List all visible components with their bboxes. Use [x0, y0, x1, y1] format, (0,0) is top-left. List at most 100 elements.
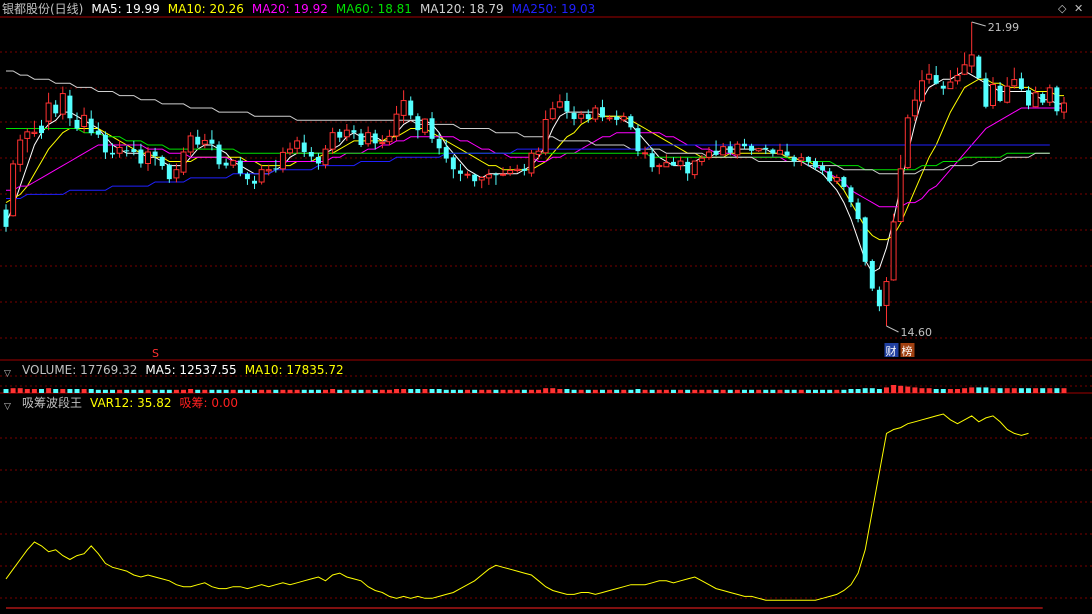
volume-label: VOLUME: 17769.32 [22, 363, 138, 377]
volume-bar [898, 385, 904, 393]
volume-bar [465, 389, 471, 393]
volume-bar [223, 389, 229, 393]
candle-body [890, 221, 897, 281]
candle-body [351, 130, 357, 133]
volume-bar [599, 389, 605, 393]
volume-bar [670, 389, 676, 393]
chevron-down-icon[interactable]: ▽ [4, 399, 14, 412]
candle-body [500, 173, 507, 176]
candle-body [45, 102, 52, 122]
volume-bar [216, 389, 222, 393]
volume-bar [756, 389, 762, 393]
volume-bar [230, 389, 236, 393]
candle-body [379, 142, 386, 145]
volume-bar [528, 389, 534, 393]
candle-body [649, 153, 655, 168]
candle-body [294, 140, 301, 149]
ma5-line [5, 70, 1064, 274]
candle-body [947, 81, 954, 90]
volume-bar [301, 389, 307, 393]
volume-bar [507, 389, 513, 393]
candle-body [763, 147, 769, 150]
volume-bar [876, 389, 882, 393]
close-icon[interactable]: ✕ [1074, 2, 1083, 15]
candle-body [273, 168, 279, 170]
candle-body [216, 144, 222, 165]
volume-bar [763, 389, 769, 393]
volume-bar [1040, 388, 1046, 393]
volume-bar [472, 389, 478, 393]
var12-label: VAR12: 35.82 [90, 396, 172, 410]
candle-body [976, 56, 982, 78]
volume-bar [287, 389, 293, 393]
candle-body [31, 131, 38, 134]
ma20-label: MA20: 19.92 [251, 2, 328, 16]
candle-body [585, 114, 591, 120]
candle-body [116, 146, 123, 154]
candle-body [322, 148, 329, 166]
candle-body [1026, 90, 1031, 106]
candle-body [443, 147, 449, 159]
candle-body [798, 157, 805, 161]
candle-body [606, 117, 613, 120]
volume-bar [521, 389, 527, 393]
volume-bar [919, 388, 925, 393]
volume-bar [244, 389, 250, 393]
volume-bar [1026, 388, 1031, 393]
candle-body [436, 138, 442, 149]
candle-body [110, 152, 115, 155]
candle-body [571, 112, 577, 120]
candle-body [727, 146, 733, 153]
volume-bar [685, 389, 691, 393]
ma10-label: MA10: 20.26 [167, 2, 244, 16]
volume-bar [812, 389, 818, 393]
volume-bar [67, 389, 73, 393]
candle-body [308, 151, 314, 157]
chevron-down-icon[interactable]: ▽ [4, 366, 14, 379]
candle-body [195, 136, 201, 145]
volume-bar [628, 389, 634, 393]
volume-bar [997, 388, 1003, 393]
candle-body [95, 130, 101, 135]
candle-body [88, 118, 94, 134]
high-pointer [971, 21, 986, 27]
volume-bar [159, 389, 165, 393]
volume-bar [543, 388, 549, 393]
candle-body [337, 131, 343, 138]
candle-body [514, 168, 521, 172]
volume-bar [727, 389, 733, 393]
volume-bar [827, 389, 833, 393]
volume-bar [17, 388, 23, 393]
volume-bar [635, 389, 641, 393]
volume-bar [124, 389, 130, 393]
volume-bar [663, 389, 669, 393]
volume-bar [571, 389, 577, 393]
indicator-name: 吸筹波段王 [22, 396, 83, 410]
volume-bar [436, 389, 442, 393]
volume-bar [557, 389, 563, 393]
volume-bar [252, 389, 258, 393]
candle-body [749, 145, 755, 151]
candle-body [556, 101, 563, 108]
volume-bar [195, 389, 201, 393]
volume-bar [1047, 388, 1053, 393]
volume-bar [202, 389, 208, 393]
candle-body [138, 149, 144, 164]
candle-body [166, 164, 172, 180]
volume-bar [308, 389, 314, 393]
candle-body [386, 135, 393, 143]
diamond-icon[interactable]: ◇ [1058, 2, 1066, 15]
candle-body [124, 150, 130, 152]
volume-bar [294, 389, 300, 393]
stock-chart[interactable]: 21.99 14.60 S 财榜 [0, 0, 1092, 614]
volume-bar [578, 389, 584, 393]
candle-body [578, 113, 585, 119]
volume-bar [337, 389, 343, 393]
candle-body [400, 100, 407, 116]
candle-body [244, 173, 250, 180]
volume-bar [401, 389, 407, 393]
candle-body [542, 118, 549, 154]
s-marker: S [152, 347, 159, 360]
volume-bar [720, 389, 726, 393]
candle-body [983, 78, 989, 107]
